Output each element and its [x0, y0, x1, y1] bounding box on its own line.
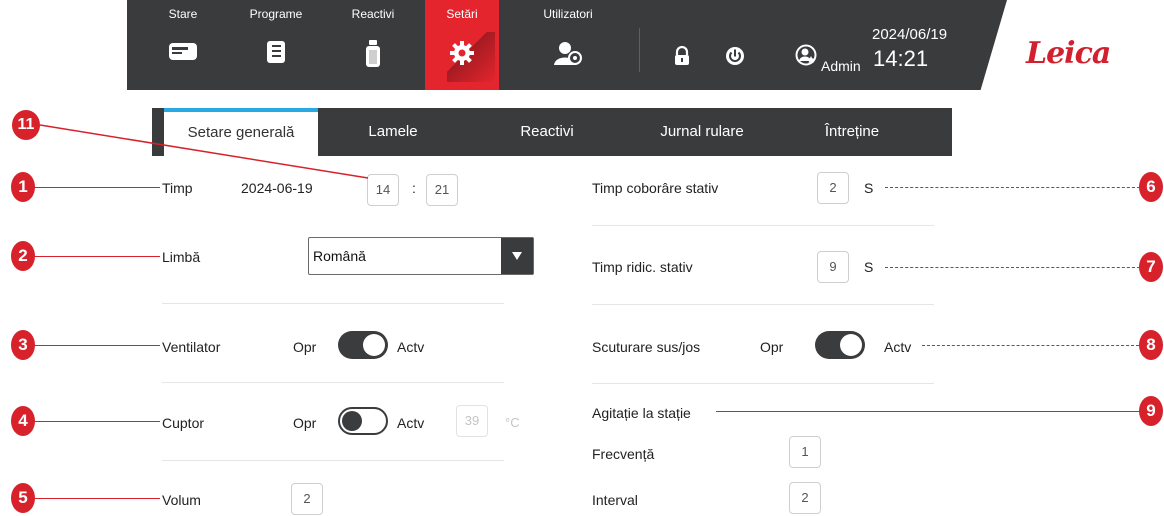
callout-badge-5: 5	[11, 483, 35, 513]
callout-line-9	[716, 411, 1144, 412]
callout-badge-2: 2	[11, 241, 35, 271]
callout-line-11	[39, 124, 369, 179]
callout-line-6	[885, 187, 1145, 188]
callout-badge-6: 6	[1139, 172, 1163, 202]
callout-badge-4: 4	[11, 406, 35, 436]
callout-badge-11: 11	[12, 110, 40, 140]
callout-badge-1: 1	[11, 172, 35, 202]
callout-badge-8: 8	[1139, 330, 1163, 360]
callout-badge-9: 9	[1139, 396, 1163, 426]
callout-badge-3: 3	[11, 330, 35, 360]
callout-badge-7: 7	[1139, 252, 1163, 282]
callout-line-7	[885, 267, 1145, 268]
callout-line-8	[922, 345, 1144, 346]
